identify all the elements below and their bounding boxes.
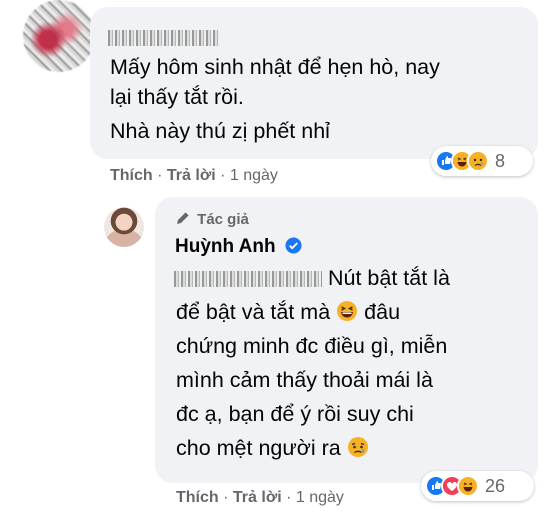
reply-line-part: cho mệt người ra xyxy=(176,436,341,460)
timestamp-link[interactable]: 1 ngày xyxy=(296,489,344,506)
reply-line: Nút bật tắt là xyxy=(328,266,450,290)
laughing-emoji-icon xyxy=(337,301,358,321)
reply-actions: Thích · Trả lời · 1 ngày xyxy=(176,489,344,507)
reply-text: Nút bật tắt là để bật và tắt mà đâu chứn… xyxy=(176,263,450,463)
author-badge: Tác giả xyxy=(175,210,249,228)
reply-line: để bật và tắt mà đâu xyxy=(176,297,450,327)
reply-line: chứng minh đc điều gì, miễn xyxy=(176,334,448,358)
like-link[interactable]: Thích xyxy=(176,489,219,506)
comment-reactions[interactable]: 8 xyxy=(431,146,533,176)
separator: · xyxy=(220,167,226,184)
comment-line: lại thấy tắt rồi. xyxy=(110,85,244,109)
pencil-icon xyxy=(177,211,190,224)
reaction-count: 26 xyxy=(485,475,506,496)
reply-reactions[interactable]: 26 xyxy=(421,471,534,501)
reply-line: đc ạ, bạn để ý rồi suy chi xyxy=(176,402,414,426)
sad-reaction-icon xyxy=(467,150,489,172)
comment-text: Mấy hôm sinh nhật để hẹn hò, nay lại thấ… xyxy=(110,52,440,146)
separator: · xyxy=(157,167,163,184)
author-name[interactable]: Huỳnh Anh xyxy=(175,236,302,258)
redacted-commenter-name[interactable] xyxy=(108,30,220,46)
author-name-text[interactable]: Huỳnh Anh xyxy=(175,236,276,257)
verified-badge-icon xyxy=(285,237,302,254)
reply-line: cho mệt người ra xyxy=(176,433,450,463)
like-link[interactable]: Thích xyxy=(110,167,153,184)
reply-line: mình cảm thấy thoải mái là xyxy=(176,368,433,392)
comment-line: Nhà này thú zị phết nhỉ xyxy=(110,119,330,143)
reply-link[interactable]: Trả lời xyxy=(233,489,282,506)
commenter-avatar[interactable] xyxy=(23,0,95,72)
separator: · xyxy=(286,489,292,506)
separator: · xyxy=(223,489,229,506)
comment-line: Mấy hôm sinh nhật để hẹn hò, nay xyxy=(110,55,440,79)
reply-link[interactable]: Trả lời xyxy=(167,167,216,184)
timestamp-link[interactable]: 1 ngày xyxy=(230,167,278,184)
sad-tear-emoji-icon xyxy=(347,437,368,457)
reply-line-part: đâu xyxy=(364,300,401,324)
author-avatar[interactable] xyxy=(104,207,144,247)
comment-actions: Thích · Trả lời · 1 ngày xyxy=(110,167,278,185)
haha-reaction-icon xyxy=(457,475,479,497)
reaction-count: 8 xyxy=(495,150,506,171)
reply-line-part: để bật và tắt mà xyxy=(176,300,331,324)
author-badge-label: Tác giả xyxy=(197,211,249,228)
